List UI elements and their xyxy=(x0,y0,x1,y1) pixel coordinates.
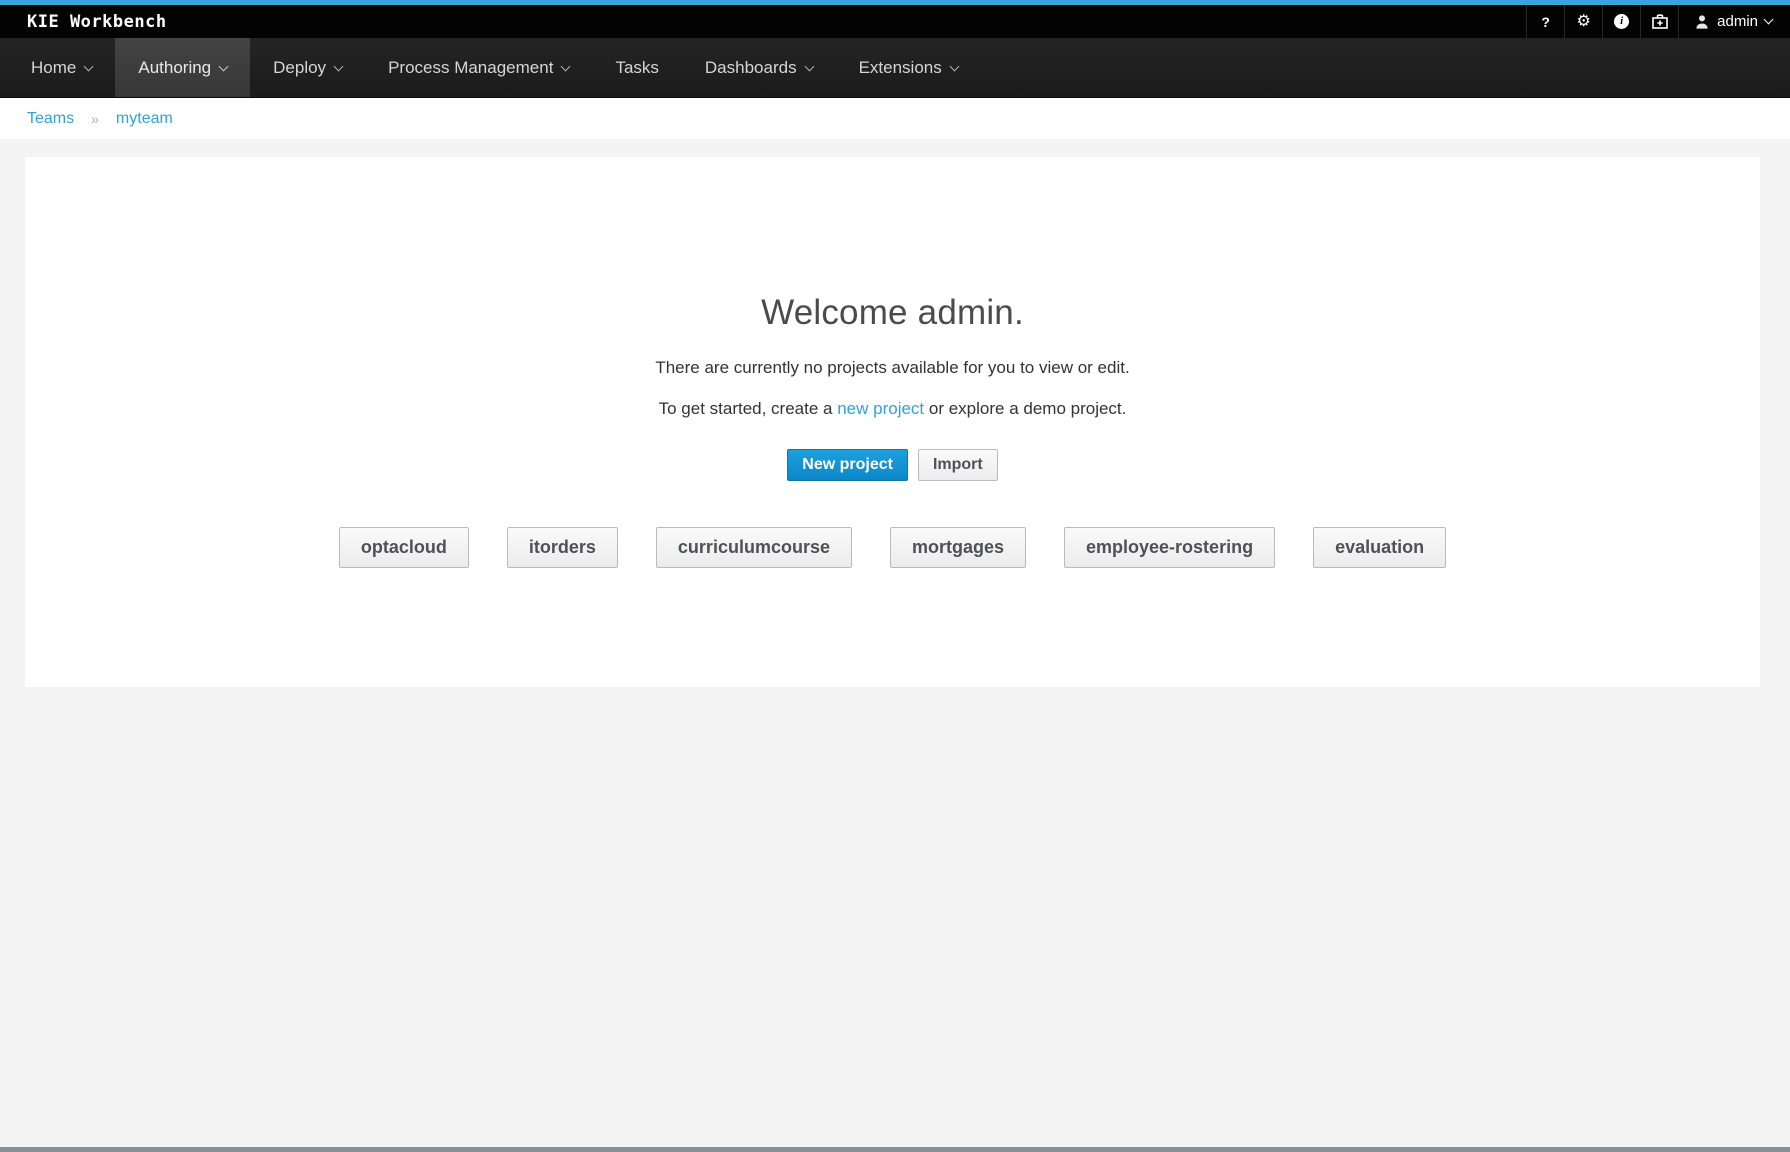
chevron-down-icon xyxy=(561,61,571,71)
chevron-down-icon xyxy=(804,61,814,71)
user-icon xyxy=(1694,14,1710,30)
nav-item-home[interactable]: Home xyxy=(8,38,115,97)
chevron-down-icon xyxy=(949,61,959,71)
nav-label: Extensions xyxy=(859,58,942,78)
demo-project-itorders-button[interactable]: itorders xyxy=(507,527,618,568)
help-button[interactable]: ? xyxy=(1526,5,1564,38)
chevron-down-icon xyxy=(334,61,344,71)
new-project-link[interactable]: new project xyxy=(837,399,924,418)
demo-project-mortgages-button[interactable]: mortgages xyxy=(890,527,1026,568)
gear-icon: ⚙ xyxy=(1576,14,1590,30)
help-icon: ? xyxy=(1541,14,1550,30)
nav-label: Process Management xyxy=(388,58,553,78)
info-icon: i xyxy=(1614,14,1629,29)
chevron-down-icon xyxy=(1764,15,1774,25)
nav-label: Authoring xyxy=(138,58,211,78)
breadcrumb-separator: » xyxy=(91,111,99,127)
demo-project-optacloud-button[interactable]: optacloud xyxy=(339,527,469,568)
apps-button[interactable] xyxy=(1640,5,1678,38)
bottom-status-bar xyxy=(0,1147,1790,1152)
about-button[interactable]: i xyxy=(1602,5,1640,38)
new-project-button[interactable]: New project xyxy=(787,449,908,481)
demo-project-employee-rostering-button[interactable]: employee-rostering xyxy=(1064,527,1275,568)
nav-item-deploy[interactable]: Deploy xyxy=(250,38,365,97)
no-projects-message: There are currently no projects availabl… xyxy=(25,358,1760,378)
content-area: Welcome admin. There are currently no pr… xyxy=(0,139,1790,687)
main-navbar: Home Authoring Deploy Process Management… xyxy=(0,38,1790,98)
nav-item-extensions[interactable]: Extensions xyxy=(836,38,981,97)
breadcrumb-item-myteam[interactable]: myteam xyxy=(116,110,173,128)
user-menu[interactable]: admin xyxy=(1678,5,1790,38)
masthead: KIE Workbench ? ⚙ i admin xyxy=(0,5,1790,38)
import-button[interactable]: Import xyxy=(918,449,998,481)
app-logo: KIE Workbench xyxy=(0,5,167,38)
breadcrumb-item-teams[interactable]: Teams xyxy=(27,110,74,128)
welcome-title: Welcome admin. xyxy=(25,157,1760,333)
nav-label: Deploy xyxy=(273,58,326,78)
demo-project-evaluation-button[interactable]: evaluation xyxy=(1313,527,1446,568)
breadcrumb: Teams » myteam xyxy=(0,98,1790,139)
nav-label: Dashboards xyxy=(705,58,797,78)
action-buttons: New project Import xyxy=(25,449,1760,481)
demo-projects-row: optacloud itorders curriculumcourse mort… xyxy=(25,527,1760,568)
user-name: admin xyxy=(1717,13,1758,30)
nav-item-tasks[interactable]: Tasks xyxy=(592,38,681,97)
masthead-utilities: ? ⚙ i admin xyxy=(1526,5,1790,38)
get-started-suffix: or explore a demo project. xyxy=(924,399,1126,418)
chevron-down-icon xyxy=(219,61,229,71)
demo-project-curriculumcourse-button[interactable]: curriculumcourse xyxy=(656,527,852,568)
get-started-prefix: To get started, create a xyxy=(659,399,838,418)
nav-label: Home xyxy=(31,58,76,78)
get-started-message: To get started, create a new project or … xyxy=(25,399,1760,419)
settings-button[interactable]: ⚙ xyxy=(1564,5,1602,38)
nav-item-dashboards[interactable]: Dashboards xyxy=(682,38,836,97)
briefcase-plus-icon xyxy=(1652,14,1668,29)
empty-library-card: Welcome admin. There are currently no pr… xyxy=(25,157,1760,687)
nav-item-authoring[interactable]: Authoring xyxy=(115,38,250,97)
nav-label: Tasks xyxy=(615,58,658,78)
nav-item-process-management[interactable]: Process Management xyxy=(365,38,592,97)
chevron-down-icon xyxy=(84,61,94,71)
